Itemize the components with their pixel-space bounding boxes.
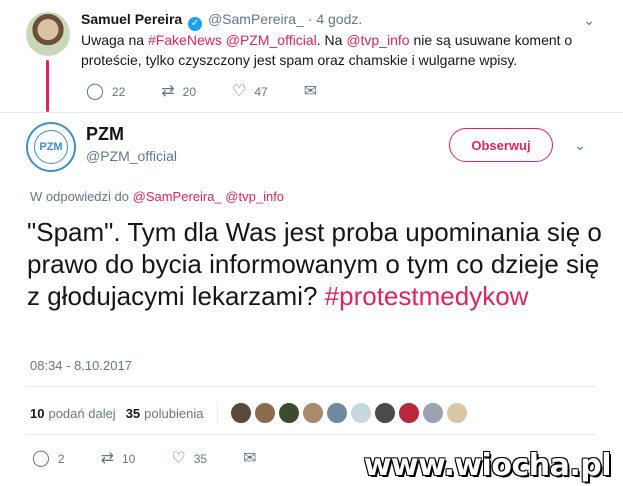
reply-icon: ◯ — [86, 83, 104, 100]
dot-separator: · — [307, 11, 313, 27]
message-button[interactable]: ✉ — [304, 84, 325, 100]
liker-avatar[interactable] — [350, 402, 373, 424]
liker-avatar[interactable] — [254, 402, 277, 424]
liker-avatar[interactable] — [374, 402, 397, 424]
thread-line — [46, 60, 49, 112]
retweet-icon: ⇄ — [100, 450, 114, 467]
tweet-actions: ◯ 2 ⇄ 10 ♡ 35 ✉ — [32, 451, 300, 467]
liker-avatar[interactable] — [446, 402, 469, 424]
mention-link[interactable]: @SamPereira_ @tvp_info — [133, 189, 284, 204]
tweet-actions: ◯ 22 ⇄ 20 ♡ 47 ✉ — [86, 84, 361, 100]
author-name[interactable]: Samuel Pereira — [81, 11, 182, 27]
heart-icon: ♡ — [171, 450, 186, 467]
liker-avatars — [230, 402, 470, 424]
author-handle[interactable]: @SamPereira_ — [208, 11, 304, 27]
reply-context: W odpowiedzi do @SamPereira_ @tvp_info — [30, 189, 284, 204]
tweet-text: "Spam". Tym dla Was jest proba upominani… — [27, 216, 607, 312]
like-button[interactable]: ♡ 47 — [232, 84, 268, 100]
liker-avatar[interactable] — [398, 402, 421, 424]
retweets-stat[interactable]: 10 podań dalej — [30, 406, 116, 421]
reply-button[interactable]: ◯ 2 — [32, 451, 65, 467]
divider — [26, 386, 596, 387]
liker-avatar[interactable] — [230, 402, 253, 424]
liker-avatar[interactable] — [302, 402, 325, 424]
hashtag-link[interactable]: #protestmedykow — [325, 281, 529, 311]
heart-icon: ♡ — [232, 83, 247, 100]
avatar[interactable] — [26, 12, 70, 56]
divider — [217, 402, 219, 424]
likes-number: 35 — [125, 405, 141, 421]
mention-link[interactable]: @PZM_official — [226, 32, 317, 48]
divider — [0, 112, 623, 113]
avatar[interactable]: PZM — [26, 122, 76, 172]
tweet-stats: 10 podań dalej 35 polubienia — [30, 402, 470, 424]
tweet-header: Samuel Pereira ✓ @SamPereira_ · 4 godz. — [81, 10, 362, 31]
text-segment: Uwaga na — [81, 32, 148, 48]
retweet-button[interactable]: ⇄ 10 — [101, 451, 136, 467]
author-name[interactable]: PZM — [86, 124, 124, 145]
retweet-count: 10 — [122, 452, 136, 466]
parent-tweet[interactable]: Samuel Pereira ✓ @SamPereira_ · 4 godz. … — [0, 0, 623, 112]
liker-avatar[interactable] — [422, 402, 445, 424]
envelope-icon: ✉ — [303, 83, 318, 100]
retweet-button[interactable]: ⇄ 20 — [161, 84, 196, 100]
chevron-down-icon[interactable]: ⌄ — [583, 12, 595, 29]
reply-button[interactable]: ◯ 22 — [86, 84, 125, 100]
likes-stat[interactable]: 35 polubienia — [126, 406, 204, 421]
message-button[interactable]: ✉ — [243, 451, 264, 467]
watermark: www.wiocha.pl — [363, 448, 612, 483]
author-handle[interactable]: @PZM_official — [86, 148, 177, 164]
hashtag-link[interactable]: #FakeNews — [148, 32, 222, 48]
reply-count: 22 — [111, 85, 126, 99]
retweet-icon: ⇄ — [161, 83, 175, 100]
like-button[interactable]: ♡ 35 — [171, 451, 207, 467]
reply-prefix: W odpowiedzi do — [30, 189, 133, 204]
liker-avatar[interactable] — [278, 402, 301, 424]
divider — [26, 434, 596, 435]
verified-badge-icon: ✓ — [188, 17, 203, 31]
tweet-time[interactable]: 4 godz. — [316, 11, 362, 27]
liker-avatar[interactable] — [326, 402, 349, 424]
retweets-number: 10 — [30, 405, 45, 421]
likes-label: polubienia — [144, 405, 204, 421]
chevron-down-icon[interactable]: ⌄ — [574, 137, 586, 154]
reply-icon: ◯ — [32, 450, 50, 467]
mention-link[interactable]: @tvp_info — [346, 32, 409, 48]
retweets-label: podań dalej — [48, 405, 116, 421]
like-count: 47 — [254, 85, 268, 99]
tweet-timestamp[interactable]: 08:34 - 8.10.2017 — [30, 358, 132, 373]
like-count: 35 — [193, 452, 208, 466]
envelope-icon: ✉ — [243, 450, 257, 467]
retweet-count: 20 — [182, 85, 197, 99]
reply-count: 2 — [57, 452, 65, 466]
follow-button[interactable]: Obserwuj — [449, 128, 553, 162]
tweet-text: Uwaga na #FakeNews @PZM_official. Na @tv… — [81, 30, 581, 70]
logo-mark: PZM — [34, 130, 68, 164]
text-segment: . Na — [316, 32, 347, 48]
